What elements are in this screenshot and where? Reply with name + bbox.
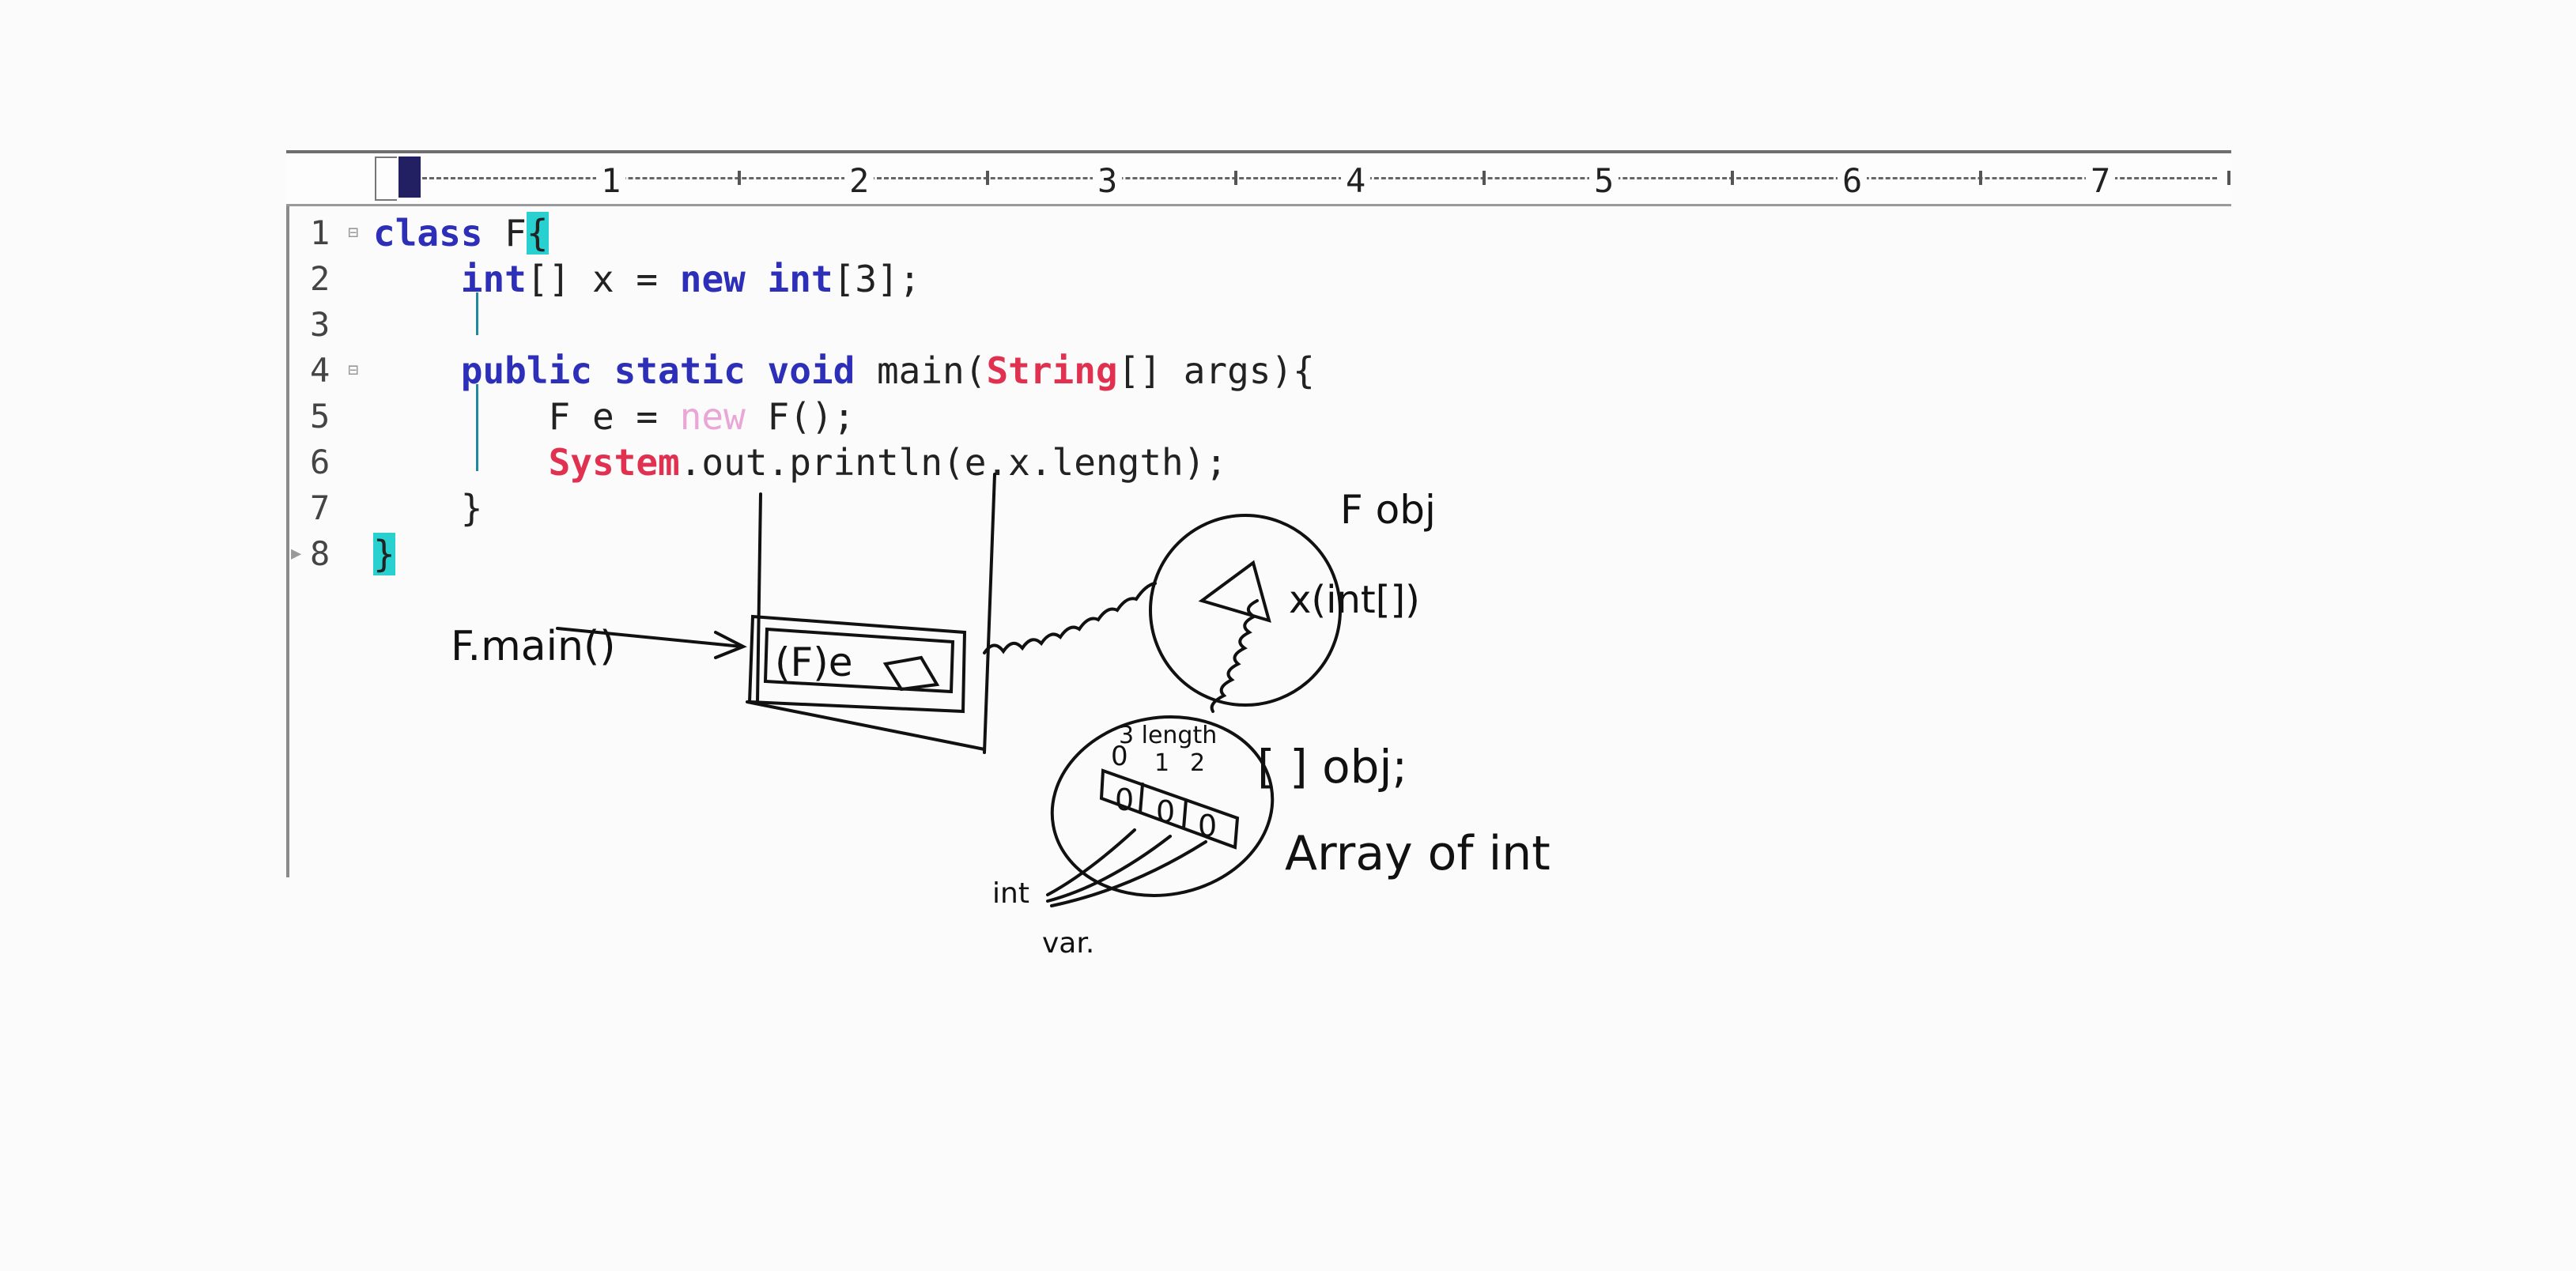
array-label-2: Array of int [1285, 826, 1551, 881]
index-1: 1 [1154, 749, 1169, 777]
var-label-1: int [992, 877, 1029, 910]
cell-1: 0 [1156, 794, 1175, 829]
object-label: F obj [1340, 487, 1436, 533]
stack-wall-left [756, 492, 762, 703]
stack-label: F.main() [451, 623, 616, 670]
field-ref [1198, 560, 1271, 623]
stack-wall-right [983, 473, 996, 754]
var-arrow-3 [1050, 840, 1207, 907]
field-label: x(int[]) [1289, 578, 1420, 622]
length-label: 3 length [1119, 722, 1217, 749]
frame-var-label: (F)e [775, 639, 853, 685]
index-0: 0 [1111, 741, 1128, 772]
index-2: 2 [1190, 749, 1205, 777]
cell-2: 0 [1198, 809, 1217, 843]
array-label-1: [ ] obj; [1257, 740, 1407, 794]
cell-0: 0 [1115, 783, 1134, 817]
ref-wavy-1 [983, 582, 1157, 654]
var-arrow-2 [1046, 835, 1172, 903]
ref-wavy-2 [1210, 599, 1259, 713]
stack-bottom [746, 700, 986, 751]
handwritten-diagram: F.main() (F)e F obj x(int[]) 3 length 0 … [451, 473, 1551, 960]
var-label-2: var. [1042, 927, 1094, 960]
ref-box [882, 655, 940, 692]
